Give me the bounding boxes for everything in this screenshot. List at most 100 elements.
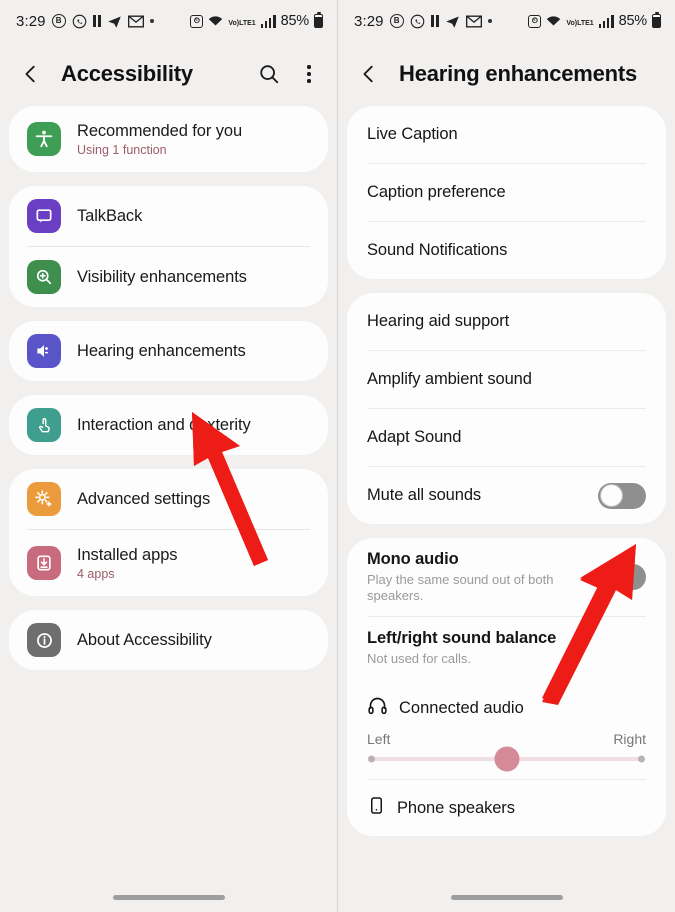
status-time: 3:29 (354, 12, 384, 30)
download-box-icon (27, 546, 61, 580)
list-item-left-right-sound-balance: Left/right sound balance Not used for ca… (347, 617, 666, 679)
list-item-label: Hearing enhancements (77, 341, 246, 360)
telegram-icon (445, 14, 460, 29)
right-phone-screen: 3:29 B ⏲ Vo)LTE1 85% Hearing enhancement… (337, 0, 675, 912)
left-nav-bar (0, 882, 337, 912)
balance-slider[interactable] (347, 746, 666, 779)
list-item-visibility-enhancements[interactable]: Visibility enhancements (9, 247, 328, 307)
list-item-label: Left/right sound balance (367, 629, 557, 647)
search-icon[interactable] (257, 62, 281, 86)
list-item-caption-preference[interactable]: Caption preference (347, 164, 666, 221)
card-hearing-enhancements: Hearing enhancements (9, 321, 328, 381)
list-item-text: Left/right sound balance Not used for ca… (367, 629, 646, 667)
hand-tap-icon (27, 408, 61, 442)
toggle-knob (599, 565, 623, 589)
toggle-knob (599, 484, 623, 507)
list-item-sublabel: 4 apps (77, 566, 115, 581)
status-bar-right: 3:29 B ⏲ Vo)LTE1 85% (338, 0, 675, 42)
wifi-icon (546, 15, 561, 27)
list-item-sublabel: Play the same sound out of both speakers… (367, 572, 554, 603)
list-item-label: Live Caption (367, 125, 458, 143)
list-item-text: Visibility enhancements (77, 268, 247, 287)
list-item-text: Hearing enhancements (77, 342, 246, 361)
list-item-text: Installed apps 4 apps (77, 546, 178, 581)
speaker-wave-icon (27, 334, 61, 368)
whatsapp-icon (72, 14, 87, 29)
status-bar-left: 3:29 B ⏲ Vo)LTE1 85% (0, 0, 337, 42)
list-item-label: Visibility enhancements (77, 267, 247, 286)
right-nav-bar (338, 882, 675, 912)
alarm-icon: ⏲ (190, 14, 204, 28)
list-item-interaction-and-dexterity[interactable]: Interaction and dexterity (9, 395, 328, 455)
list-item-adapt-sound[interactable]: Adapt Sound (347, 409, 666, 466)
headphones-icon (367, 695, 388, 721)
list-item-label: Amplify ambient sound (367, 370, 532, 388)
list-item-label: Sound Notifications (367, 241, 508, 259)
battery-percent-label: 85% (280, 13, 310, 29)
list-item-installed-apps[interactable]: Installed apps 4 apps (9, 530, 328, 596)
list-item-label: Advanced settings (77, 489, 211, 508)
list-item-text: TalkBack (77, 207, 142, 226)
signal-icon (598, 14, 614, 28)
list-item-text: Adapt Sound (367, 428, 646, 447)
status-bar-left-icons: 3:29 B (16, 13, 154, 30)
card-captions: Live Caption Caption preference Sound No… (347, 106, 666, 279)
more-options-icon[interactable] (297, 62, 321, 86)
list-item-text: Live Caption (367, 125, 646, 144)
telegram-icon (107, 14, 122, 29)
nav-home-pill[interactable] (450, 894, 563, 900)
list-item-hearing-aid-support[interactable]: Hearing aid support (347, 293, 666, 350)
list-item-recommended-for-you[interactable]: Recommended for you Using 1 function (9, 106, 328, 172)
gmail-icon (465, 15, 482, 28)
list-item-label: Caption preference (367, 183, 506, 201)
list-item-text: Interaction and dexterity (77, 416, 251, 435)
list-item-mono-audio[interactable]: Mono audio Play the same sound out of bo… (347, 538, 666, 616)
talkback-speech-icon (27, 199, 61, 233)
battery-icon (314, 12, 323, 28)
list-item-mute-all-sounds[interactable]: Mute all sounds (347, 467, 666, 524)
accessibility-person-icon (27, 122, 61, 156)
dual-screenshot-container: 3:29 B ⏲ Vo)LTE1 85% Accessibility Recom… (0, 0, 675, 912)
battery-percent-label: 85% (618, 13, 648, 29)
alarm-icon: ⏲ (528, 14, 542, 28)
phone-icon (367, 796, 386, 820)
list-item-label: About Accessibility (77, 630, 212, 649)
status-bar-right-icons: ⏲ Vo)LTE1 85% (190, 12, 323, 29)
mute-all-sounds-toggle[interactable] (598, 482, 646, 509)
dot-icon (149, 19, 154, 23)
list-item-amplify-ambient-sound[interactable]: Amplify ambient sound (347, 351, 666, 408)
info-icon (27, 623, 61, 657)
list-item-text: Advanced settings (77, 490, 210, 509)
connected-audio-header: Connected audio (347, 679, 666, 721)
mono-audio-toggle[interactable] (598, 564, 646, 590)
signal-icon (260, 14, 276, 28)
back-icon[interactable] (18, 61, 44, 87)
list-item-label: Interaction and dexterity (77, 415, 251, 434)
list-item-text: About Accessibility (77, 631, 212, 650)
right-app-bar: Hearing enhancements (338, 42, 675, 106)
list-item-advanced-settings[interactable]: Advanced settings (9, 469, 328, 529)
list-item-label: Phone speakers (397, 798, 515, 817)
list-item-live-caption[interactable]: Live Caption (347, 106, 666, 163)
magnifier-plus-icon (27, 260, 61, 294)
list-item-text: Hearing aid support (367, 312, 646, 331)
list-item-sublabel: Using 1 function (77, 142, 167, 157)
back-icon[interactable] (356, 61, 382, 87)
list-item-label: Adapt Sound (367, 428, 462, 446)
list-item-text: Amplify ambient sound (367, 370, 646, 389)
list-item-hearing-enhancements[interactable]: Hearing enhancements (9, 321, 328, 381)
left-app-bar-actions (257, 62, 321, 86)
list-item-talkback[interactable]: TalkBack (9, 186, 328, 246)
list-item-sound-notifications[interactable]: Sound Notifications (347, 222, 666, 279)
list-item-sublabel: Not used for calls. (367, 651, 472, 666)
slider-track (368, 746, 645, 772)
dot-icon (487, 19, 492, 23)
nav-home-pill[interactable] (112, 894, 225, 900)
list-item-about-accessibility[interactable]: About Accessibility (9, 610, 328, 670)
list-item-phone-speakers[interactable]: Phone speakers (347, 780, 666, 836)
card-advanced-installed: Advanced settings Installed apps 4 apps (9, 469, 328, 596)
lte-icon: Vo)LTE1 (228, 20, 256, 27)
list-item-label: Hearing aid support (367, 312, 510, 330)
slider-thumb[interactable] (494, 746, 519, 772)
list-item-text: Mono audio Play the same sound out of bo… (367, 550, 598, 604)
